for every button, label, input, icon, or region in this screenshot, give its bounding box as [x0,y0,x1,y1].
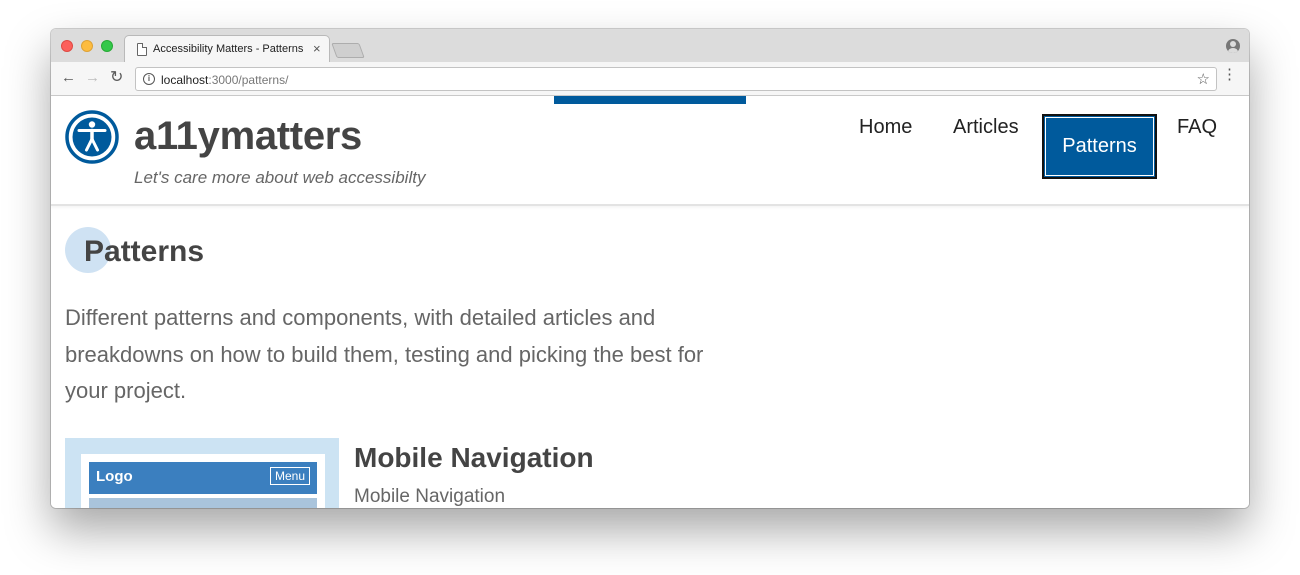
maximize-window-button[interactable] [101,40,113,52]
url-text[interactable]: localhost:3000/patterns/ [161,73,288,87]
address-bar[interactable]: i localhost:3000/patterns/ ☆ [135,67,1217,91]
page-title: Patterns [84,235,205,268]
url-host: localhost [161,73,209,87]
forward-arrow-icon[interactable]: → [85,70,100,86]
thumbnail-menu-strip [89,498,317,508]
site-tagline: Let's care more about web accessibilty [134,168,426,187]
pattern-title-link[interactable]: Mobile Navigation [354,442,594,474]
thumbnail-frame: Logo Menu [81,454,325,508]
page-content: a11ymatters Let's care more about web ac… [51,96,1249,508]
header-accent-bar [554,96,746,104]
info-icon[interactable]: i [143,73,155,85]
new-tab-button[interactable] [331,43,365,58]
intro-text: Different patterns and components, with … [65,305,704,403]
nav-link-faq[interactable]: FAQ [1177,116,1217,139]
nav-link-patterns[interactable]: Patterns [1042,114,1157,179]
site-name[interactable]: a11ymatters [134,114,362,159]
url-path: :3000/patterns/ [208,73,289,87]
browser-tab[interactable]: Accessibility Matters - Patterns × [124,35,330,63]
browser-window: Accessibility Matters - Patterns × ← → ↻… [51,29,1249,508]
pattern-subtitle: Mobile Navigation [354,486,506,507]
minimize-window-button[interactable] [81,40,93,52]
reload-icon[interactable]: ↻ [110,70,123,86]
thumbnail-menu-text: Menu [269,467,310,485]
pattern-thumbnail[interactable]: Logo Menu [65,438,339,508]
profile-icon[interactable] [1226,39,1240,53]
thumbnail-navbar: Logo Menu [89,462,317,494]
tab-strip: Accessibility Matters - Patterns × [51,29,1249,63]
nav-link-articles[interactable]: Articles [953,116,1019,139]
tab-close-icon[interactable]: × [313,41,321,56]
browser-menu-icon[interactable]: ⋮ [1222,67,1237,82]
back-arrow-icon[interactable]: ← [61,70,76,86]
site-header: a11ymatters Let's care more about web ac… [51,96,1249,206]
close-window-button[interactable] [61,40,73,52]
nav-link-home[interactable]: Home [859,116,912,139]
browser-toolbar: ← → ↻ i localhost:3000/patterns/ ☆ ⋮ [51,62,1249,96]
accessibility-logo-icon[interactable] [65,110,119,164]
bookmark-star-icon[interactable]: ☆ [1197,70,1210,88]
tab-title: Accessibility Matters - Patterns [153,43,303,55]
thumbnail-logo-text: Logo [96,468,133,485]
document-icon [137,43,147,56]
